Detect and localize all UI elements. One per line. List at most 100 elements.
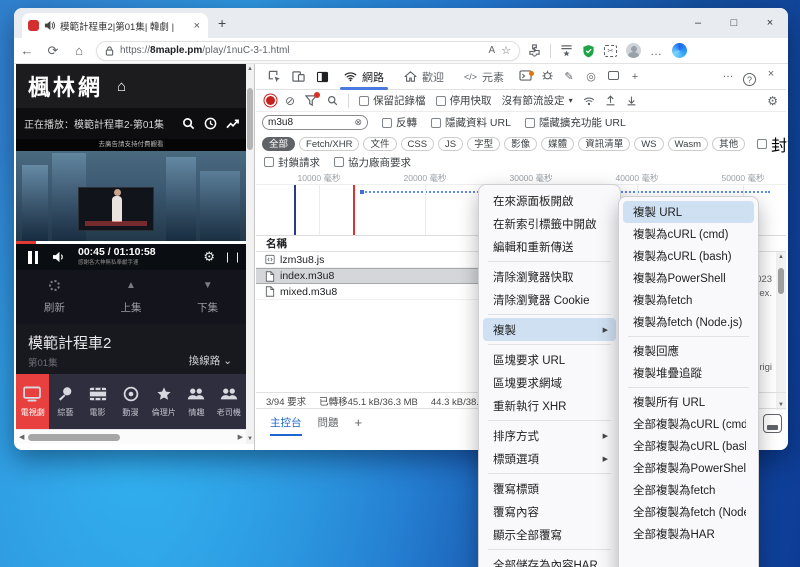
menu-item[interactable]: 覆寫標頭	[483, 477, 616, 500]
menu-item[interactable]: 顯示全部覆寫	[483, 523, 616, 546]
menu-item[interactable]: 重新執行 XHR	[483, 394, 616, 417]
add-drawer-tab-icon[interactable]: +	[355, 409, 363, 437]
copilot-icon[interactable]	[672, 43, 687, 58]
preserve-log-checkbox[interactable]: 保留記錄檔	[359, 93, 426, 108]
performance-icon[interactable]: ◎	[580, 70, 602, 83]
more-menu-icon[interactable]: …	[650, 44, 663, 58]
page-scrollbar[interactable]: ▲ ▼	[246, 64, 254, 444]
horizontal-scroll-thumb[interactable]	[28, 434, 120, 441]
adblock-shield-icon[interactable]	[582, 44, 595, 58]
drawer-tab[interactable]: 問題	[318, 409, 339, 437]
extensions-icon[interactable]	[528, 44, 541, 57]
request-type-chip[interactable]: 媒體	[541, 136, 575, 151]
menu-item[interactable]: 全部複製為HAR	[623, 523, 754, 545]
menu-item[interactable]: 區塊要求網域	[483, 371, 616, 394]
network-conditions-icon[interactable]	[583, 96, 595, 106]
player-settings-icon[interactable]: ⚙	[203, 249, 215, 265]
scroll-left-icon[interactable]: ◀	[19, 433, 24, 441]
menu-item[interactable]: 排序方式 ▶	[483, 424, 616, 447]
video-player[interactable]	[16, 151, 246, 241]
menu-item[interactable]: 複製堆疊追蹤	[623, 362, 754, 384]
device-toolbar-icon[interactable]	[286, 70, 310, 83]
read-aloud-icon[interactable]: A	[488, 45, 495, 56]
category-nav-item[interactable]: 電影	[82, 374, 115, 429]
menu-item[interactable]: 清除瀏覽器 Cookie	[483, 288, 616, 311]
fullscreen-icon[interactable]	[227, 251, 238, 263]
clear-icon[interactable]: ⊘	[285, 94, 295, 108]
favorite-star-icon[interactable]: ☆	[501, 44, 511, 57]
category-nav-item[interactable]: 倫理片	[147, 374, 180, 429]
request-row[interactable]: mixed.m3u8	[256, 284, 494, 300]
category-nav-item[interactable]: 電視劇	[16, 374, 49, 429]
menu-item[interactable]: 清除瀏覽器快取	[483, 265, 616, 288]
back-button[interactable]: ←	[14, 43, 40, 58]
menu-item[interactable]: 複製所有 URL	[623, 391, 754, 413]
devtools-tab-elements[interactable]: </> 元素	[454, 64, 514, 90]
devtools-scrollbar[interactable]: ▲ ▼	[776, 252, 786, 410]
export-har-icon[interactable]	[626, 95, 637, 106]
menu-item[interactable]: 複製為PowerShell	[623, 267, 754, 289]
window-maximize-button[interactable]: □	[716, 8, 752, 38]
inspect-element-icon[interactable]	[262, 70, 286, 83]
scroll-down-icon[interactable]: ▼	[246, 436, 254, 442]
collections-icon[interactable]	[560, 44, 573, 57]
menu-item[interactable]: 複製為cURL (bash)	[623, 245, 754, 267]
refresh-button[interactable]: ⟳	[40, 43, 66, 59]
request-type-chip[interactable]: 文件	[363, 136, 397, 151]
scroll-up-icon[interactable]: ▲	[776, 254, 786, 260]
menu-item[interactable]: 在新索引標籤中開啟	[483, 212, 616, 235]
category-nav-item[interactable]: 動漫	[114, 374, 147, 429]
request-row[interactable]: lzm3u8.js	[256, 252, 494, 268]
horizontal-scrollbar[interactable]: ◀ ▶	[16, 429, 246, 444]
drawer-tab[interactable]: 主控台	[270, 409, 302, 437]
trending-icon[interactable]	[226, 118, 240, 130]
dock-side-icon[interactable]	[310, 71, 334, 83]
css-overview-icon[interactable]: ✎	[558, 70, 580, 83]
devtools-scroll-thumb[interactable]	[778, 268, 784, 294]
episode-nav-item[interactable]: ▼ 下集	[197, 280, 218, 315]
filter-icon[interactable]	[305, 92, 321, 106]
record-icon[interactable]	[266, 96, 275, 105]
devtools-tab-welcome[interactable]: 歡迎	[394, 64, 454, 90]
request-type-chip[interactable]: JS	[438, 136, 464, 151]
hide-data-urls-checkbox[interactable]: 隱藏資料 URL	[431, 115, 511, 130]
devtools-help-icon[interactable]: ?	[743, 72, 756, 86]
category-nav-item[interactable]: 情趣	[180, 374, 213, 429]
episode-nav-item[interactable]: ▲ 上集	[120, 280, 141, 315]
request-type-chip[interactable]: WS	[634, 136, 664, 151]
search-icon[interactable]	[182, 117, 195, 130]
browser-tab[interactable]: 模範計程車2|第01集| 韓劇 | ×	[22, 13, 208, 38]
request-type-chip[interactable]: Wasm	[667, 136, 709, 151]
blocked-cookies-checkbox[interactable]: 封鎖的回應 Cookie	[757, 132, 788, 156]
network-search-icon[interactable]	[327, 95, 338, 106]
site-home-icon[interactable]: ⌂	[117, 78, 126, 95]
menu-item[interactable]: 標頭選項 ▶	[483, 447, 616, 470]
import-har-icon[interactable]	[605, 95, 616, 106]
scroll-right-icon[interactable]: ▶	[238, 433, 243, 441]
blocked-requests-checkbox[interactable]: 封鎖請求	[264, 155, 320, 170]
site-title[interactable]: 楓林網	[28, 70, 103, 102]
history-icon[interactable]	[204, 117, 217, 130]
home-button[interactable]: ⌂	[66, 43, 92, 58]
pause-button[interactable]	[28, 250, 38, 264]
menu-item[interactable]: 複製 URL	[623, 201, 754, 223]
scroll-up-icon[interactable]: ▲	[246, 66, 254, 72]
category-nav-item[interactable]: 綜藝	[49, 374, 82, 429]
network-filter-input[interactable]: ⊗	[262, 115, 368, 130]
menu-item[interactable]: 全部複製為fetch (Node.js)	[623, 501, 754, 523]
menu-item[interactable]: 全部複製為fetch	[623, 479, 754, 501]
category-nav-item[interactable]: 老司機	[213, 374, 246, 429]
menu-item[interactable]: 複製為fetch	[623, 289, 754, 311]
switch-line-button[interactable]: 換線路 ⌄	[189, 353, 232, 368]
devtools-tab-network[interactable]: 網路	[334, 64, 394, 90]
episode-nav-item[interactable]: 刷新	[44, 279, 65, 315]
screenshot-icon[interactable]: ✂	[604, 44, 617, 57]
request-type-chip[interactable]: CSS	[400, 136, 435, 151]
menu-item[interactable]: 複製為cURL (cmd)	[623, 223, 754, 245]
layout-icon[interactable]	[602, 70, 624, 83]
menu-item[interactable]: 複製回應	[623, 340, 754, 362]
tab-close-icon[interactable]: ×	[192, 20, 202, 32]
clear-filter-icon[interactable]: ⊗	[354, 117, 362, 128]
request-type-chip[interactable]: 影像	[504, 136, 538, 151]
menu-item[interactable]: 全部儲存為內容HAR	[483, 553, 616, 567]
